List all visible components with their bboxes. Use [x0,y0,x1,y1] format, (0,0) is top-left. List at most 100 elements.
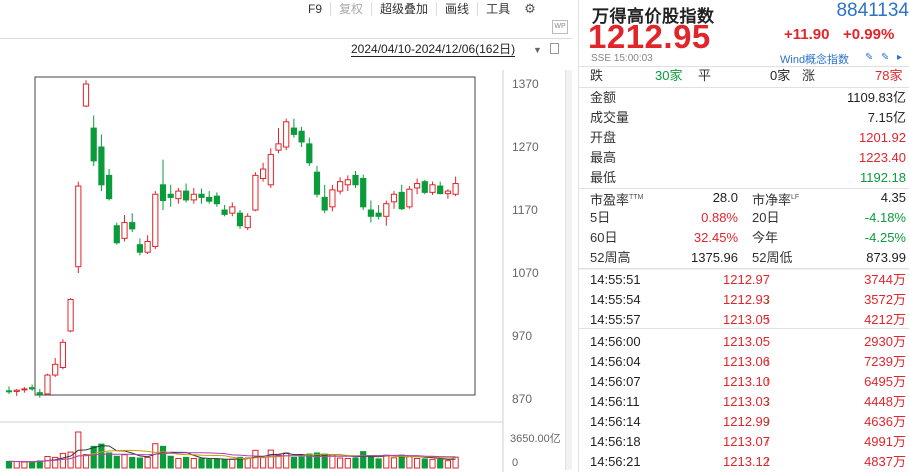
volume-bar-down [290,456,297,469]
candle-body-down [136,244,144,253]
candle-body-up [267,154,274,186]
candle-body-down [98,146,105,186]
pin-icon[interactable]: ✎ [881,52,889,63]
arrow-up-icon: ↑ [765,456,771,468]
period-value: 873.99 [866,250,906,265]
candle-body-up [414,183,421,189]
volume-bar-up [21,461,28,469]
stat-row: 最高 1223.40 [590,148,909,168]
flat-count: 0家 [770,68,791,83]
volume-bar-up [406,455,413,469]
up-count: 78家 [875,68,903,83]
candle-body-down [290,127,297,135]
tick-row: 14:55:54 1212.93 ↓ 3572万 [590,290,909,310]
tick-volume: 6495万 [864,374,906,389]
tick-time: 14:56:21 [590,454,641,469]
candle-body-up [67,298,74,332]
expand-icon[interactable]: ▸ [897,52,902,63]
candle-body-down [159,184,167,202]
flat-label: 平 [698,68,712,83]
candle-body-up [121,222,128,239]
volume-bar-up [59,452,66,469]
period-label: 52周低 [752,250,793,265]
stat-value: 7.15亿 [867,110,906,125]
tick-row: 14:56:07 1213.10 ↑ 6495万 [590,372,909,392]
volume-bar-down [367,455,374,469]
candle-body-down [213,195,221,205]
candle-body-up [283,121,290,148]
candle-body-up [82,83,90,107]
tick-volume: 2930万 [864,334,906,349]
volume-bar-down [221,459,228,469]
arrow-up-icon: ↑ [765,376,771,388]
tick-time: 14:55:57 [590,312,641,327]
volume-bar-up [267,449,274,469]
volume-bar-up [260,456,267,469]
y-tick-label: 970 [512,329,532,343]
tick-row: 14:56:00 1213.05 2930万 [590,332,909,352]
arrow-down-icon: ↓ [765,294,771,306]
stat-value: 1192.18 [859,170,906,185]
tick-price: 1213.05 [723,312,770,327]
candle-body-up [452,183,459,195]
tick-time: 14:56:14 [590,414,641,429]
pb-sup: LF [791,194,800,201]
arrow-up-icon: ↑ [765,356,771,368]
volume-bar-up [252,449,259,469]
tick-volume: 4448万 [864,394,906,409]
concept-index-link[interactable]: Wind概念指数 [780,51,849,67]
candle-body-up [406,188,413,208]
candle-body-up [75,185,82,268]
period-row: 60日 32.45% 今年 -4.25% [590,228,909,248]
period-value: 0.88% [701,210,738,225]
tick-price: 1213.10 [723,374,770,389]
volume-bar-down [113,455,120,469]
tick-volume: 3744万 [864,272,906,287]
tick-time: 14:56:04 [590,354,641,369]
volume-bar-down [167,455,174,469]
tick-row: 14:56:11 1213.03 ↓ 4448万 [590,392,909,412]
candle-body-down [398,191,405,210]
volume-bar-down [129,456,136,469]
volume-bar-down [106,452,113,469]
divider [579,328,909,329]
volume-bar-down [213,458,221,469]
tick-price: 1212.99 [723,414,770,429]
volume-bar-down [183,456,190,469]
volume-bar-down [352,457,359,469]
candle-body-down [306,143,313,164]
stat-row: 开盘 1201.92 [590,128,909,148]
volume-bar-down [206,459,213,469]
chart-scrollbar[interactable] [565,70,572,470]
candle-body-down [352,174,359,186]
y-tick-label: 1170 [512,203,538,217]
candle-body-down [90,127,97,162]
candle-body-down [421,181,428,193]
candle-body-down [298,130,305,143]
tick-time: 14:56:00 [590,334,641,349]
valuation-row: 市盈率TTM 28.0 市净率LF 4.35 [590,188,909,208]
candle-body-up [152,193,159,248]
down-label: 跌 [590,68,604,83]
period-label: 60日 [590,230,618,245]
candle-body-down [106,174,113,200]
candle-body-up [175,190,182,200]
edit-icon[interactable]: ✎ [865,52,873,63]
volume-bar-up [144,456,151,469]
candle-body-up [252,174,259,211]
volume-bar-up [444,460,451,469]
candlestick-chart[interactable]: 1370 1270 1170 1070 970 870 3650.00亿 0 [0,0,572,472]
tick-row: 14:56:21 1213.12 ↑ 4837万 [590,452,909,472]
period-label: 5日 [590,210,611,225]
tick-row: 14:56:18 1213.07 ↑ 4991万 [590,432,909,452]
tick-time: 14:55:54 [590,292,641,307]
tick-volume: 4212万 [864,312,906,327]
tick-volume: 4837万 [864,454,906,469]
candle-body-down [5,390,13,393]
tick-price: 1213.06 [723,354,770,369]
volume-bar-up [44,455,51,469]
candle-body-down [206,196,213,202]
candle-body-up [13,389,20,392]
candle-body-up [244,215,251,229]
volume-bar-up [175,457,182,469]
